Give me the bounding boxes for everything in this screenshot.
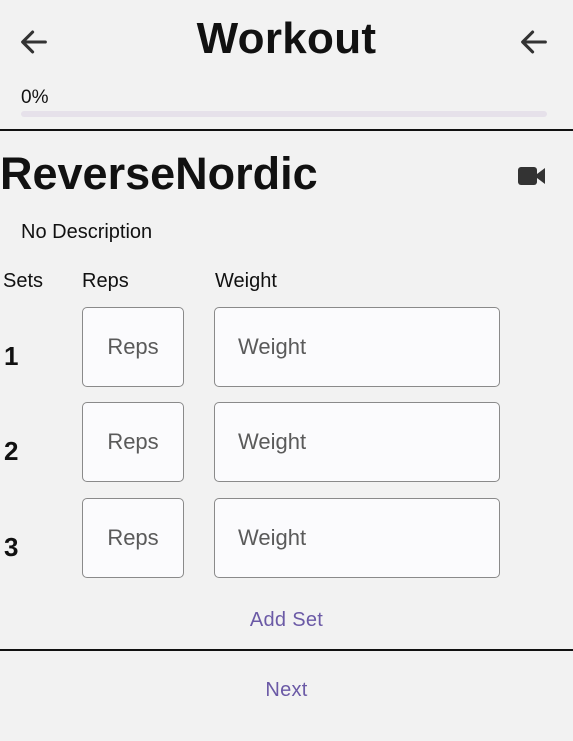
divider (0, 129, 573, 131)
set-number: 3 (4, 532, 19, 562)
set-row: 2 (0, 402, 573, 486)
back-button-right[interactable] (514, 22, 554, 62)
weight-input[interactable] (214, 307, 500, 387)
arrow-left-icon (521, 30, 547, 54)
exercise-name: ReverseNordic (0, 148, 318, 199)
set-row: 1 (0, 307, 573, 391)
header: Workout (0, 0, 573, 86)
reps-input[interactable] (82, 307, 184, 387)
video-camera-icon (518, 167, 545, 185)
set-row: 3 (0, 498, 573, 582)
page-title: Workout (196, 14, 377, 63)
video-button[interactable] (512, 160, 552, 192)
set-number: 1 (4, 341, 19, 371)
column-header-reps: Reps (82, 270, 129, 292)
next-button[interactable]: Next (0, 679, 573, 702)
divider (0, 649, 573, 651)
exercise-description: No Description (21, 221, 153, 243)
reps-input[interactable] (82, 498, 184, 578)
set-number: 2 (4, 436, 19, 466)
weight-input[interactable] (214, 498, 500, 578)
add-set-button[interactable]: Add Set (0, 609, 573, 632)
progress-bar (21, 111, 547, 117)
weight-input[interactable] (214, 402, 500, 482)
progress-label: 0% (21, 87, 49, 108)
column-header-weight: Weight (215, 270, 277, 292)
reps-input[interactable] (82, 402, 184, 482)
column-header-sets: Sets (3, 270, 44, 292)
